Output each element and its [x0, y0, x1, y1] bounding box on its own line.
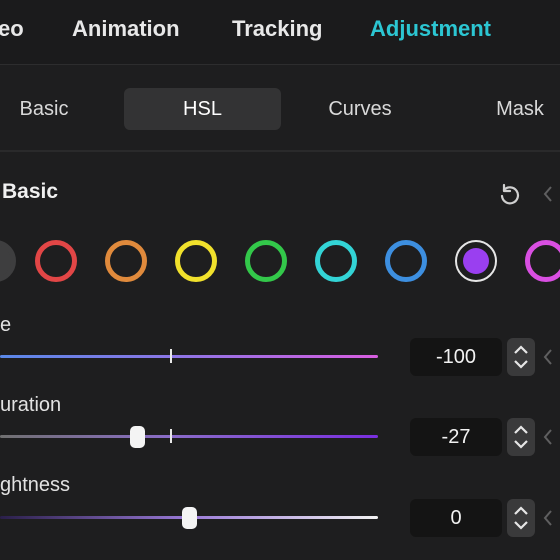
- saturation-stepper[interactable]: [507, 418, 535, 456]
- stepper-arrows-icon: [514, 425, 528, 449]
- tab-adjustment[interactable]: Adjustment: [370, 16, 491, 42]
- lightness-chevron-left-icon[interactable]: [541, 508, 555, 528]
- swatch-magenta[interactable]: [525, 240, 560, 282]
- hue-stepper[interactable]: [507, 338, 535, 376]
- divider: [0, 150, 560, 152]
- sub-tab-bar: Basic HSL Curves Mask: [0, 78, 560, 140]
- swatch-cyan[interactable]: [315, 240, 357, 282]
- tab-video[interactable]: eo: [0, 16, 24, 42]
- subtab-curves[interactable]: Curves: [300, 88, 420, 130]
- stepper-arrows-icon: [514, 345, 528, 369]
- tab-animation[interactable]: Animation: [72, 16, 180, 42]
- swatch-green[interactable]: [245, 240, 287, 282]
- subtab-basic[interactable]: Basic: [0, 88, 88, 130]
- saturation-value-input[interactable]: -27: [410, 418, 502, 456]
- hue-center-tick: [170, 349, 172, 363]
- swatch-red[interactable]: [35, 240, 77, 282]
- saturation-track[interactable]: [0, 435, 378, 438]
- hue-value-input[interactable]: -100: [410, 338, 502, 376]
- swatch-yellow[interactable]: [175, 240, 217, 282]
- swatch-blue[interactable]: [385, 240, 427, 282]
- saturation-chevron-left-icon[interactable]: [541, 427, 555, 447]
- tab-tracking[interactable]: Tracking: [232, 16, 322, 42]
- hue-label: e: [0, 314, 12, 336]
- swatch-purple-fill: [463, 248, 489, 274]
- subtab-hsl[interactable]: HSL: [124, 88, 281, 130]
- hue-track[interactable]: [0, 355, 378, 358]
- swatch-all[interactable]: [0, 240, 16, 282]
- hue-chevron-left-icon[interactable]: [541, 347, 555, 367]
- saturation-thumb[interactable]: [130, 426, 145, 448]
- lightness-thumb[interactable]: [182, 507, 197, 529]
- subtab-mask[interactable]: Mask: [480, 88, 560, 130]
- top-tab-bar: eo Animation Tracking Adjustment: [0, 0, 560, 65]
- saturation-label: uration: [0, 394, 62, 416]
- chevron-left-icon[interactable]: [541, 184, 555, 204]
- lightness-stepper[interactable]: [507, 499, 535, 537]
- stepper-arrows-icon: [514, 506, 528, 530]
- swatch-orange[interactable]: [105, 240, 147, 282]
- reset-icon[interactable]: [497, 182, 523, 208]
- swatch-purple-selected[interactable]: [455, 240, 497, 282]
- lightness-value-input[interactable]: 0: [410, 499, 502, 537]
- lightness-label: ghtness: [0, 474, 71, 496]
- section-title: Basic: [2, 180, 59, 203]
- saturation-center-tick: [170, 429, 172, 443]
